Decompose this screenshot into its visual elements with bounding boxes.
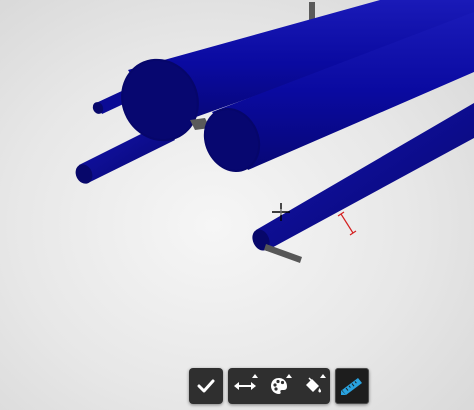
dropdown-caret-icon (320, 374, 326, 378)
measure-group (335, 368, 369, 404)
check-icon (197, 379, 215, 393)
measure-button[interactable] (335, 368, 369, 404)
resize-button[interactable] (228, 368, 262, 404)
confirm-button[interactable] (189, 368, 223, 404)
palette-icon (271, 378, 287, 394)
dropdown-caret-icon (286, 374, 292, 378)
crosshair-cursor (272, 203, 290, 221)
edit-tools-group (228, 368, 330, 404)
appearance-button[interactable] (262, 368, 296, 404)
paint-bucket-icon (306, 377, 322, 393)
lower-pipe-support (264, 244, 302, 263)
confirm-group (189, 368, 223, 404)
ruler-icon (341, 378, 362, 395)
3d-viewport[interactable] (0, 0, 474, 410)
bottom-toolbar (189, 368, 369, 404)
measurement-marker (337, 211, 357, 236)
arrows-horizontal-icon (234, 382, 256, 390)
fill-button[interactable] (296, 368, 330, 404)
scene (75, 0, 474, 263)
dropdown-caret-icon (252, 374, 258, 378)
